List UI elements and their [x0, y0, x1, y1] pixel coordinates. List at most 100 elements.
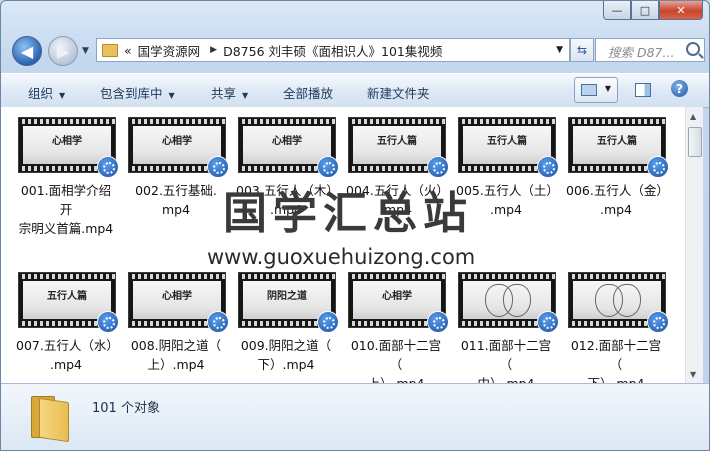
file-name-line: 006.五行人（金） — [566, 183, 669, 198]
file-name-line: 002.五行基础. — [135, 183, 217, 198]
vertical-scrollbar[interactable]: ▲ ▼ — [685, 107, 703, 383]
film-strip — [459, 119, 555, 124]
back-arrow-icon: ◀ — [20, 41, 34, 61]
refresh-icon: ⇆ — [576, 43, 588, 57]
media-player-icon — [427, 156, 449, 178]
forward-button[interactable]: ▶ — [48, 36, 78, 66]
scroll-thumb[interactable] — [688, 127, 702, 157]
file-name-line: 010.面部十二宫（ — [350, 338, 442, 372]
file-name-line: 中）.mp4 — [456, 374, 556, 383]
address-overflow[interactable]: « — [124, 43, 132, 58]
media-player-icon — [647, 156, 669, 178]
file-name-line: 009.阴阳之道（ — [240, 338, 332, 353]
thumbnail-slide: 心相学 — [243, 126, 331, 164]
refresh-button[interactable]: ⇆ — [570, 38, 594, 62]
address-dropdown-icon[interactable]: ▼ — [556, 45, 563, 55]
video-thumbnail — [568, 272, 669, 333]
thumbnail-slide — [573, 281, 661, 319]
minimize-button[interactable]: — — [603, 1, 631, 20]
slide-title: 五行人篇 — [377, 136, 417, 147]
slide-title: 心相学 — [52, 136, 82, 147]
file-name: 001.面相学介绍开宗明义首篇.mp4 — [16, 181, 116, 238]
breadcrumb-item[interactable]: 国学资源网 — [138, 41, 201, 60]
file-name-line: 008.阴阳之道（ — [130, 338, 222, 353]
scroll-up-icon[interactable]: ▲ — [690, 112, 696, 121]
video-thumbnail: 五行人篇 — [568, 117, 669, 178]
thumbnail-slide: 五行人篇 — [463, 126, 551, 164]
face-sketch — [613, 284, 641, 317]
file-name: 011.面部十二宫（ 中）.mp4 — [456, 336, 556, 383]
new-folder-button[interactable]: 新建文件夹 — [367, 83, 430, 102]
film-strip — [349, 119, 445, 124]
include-in-library-button[interactable]: 包含到库中 ▼ — [100, 83, 175, 102]
slide-title: 心相学 — [162, 291, 192, 302]
share-button[interactable]: 共享 ▼ — [211, 83, 248, 102]
file-item[interactable]: 011.面部十二宫（ 中）.mp4 — [456, 272, 559, 383]
breadcrumb-separator-icon[interactable]: ▶ — [210, 45, 217, 55]
include-library-label: 包含到库中 — [100, 86, 163, 101]
address-bar[interactable]: « 国学资源网 ▶ D8756 刘丰硕《面相识人》101集视频 ▼ — [96, 38, 570, 62]
film-strip — [459, 274, 555, 279]
slide-title: 心相学 — [162, 136, 192, 147]
film-strip — [569, 274, 665, 279]
media-player-icon — [647, 311, 669, 333]
video-thumbnail: 阴阳之道 — [238, 272, 339, 333]
file-name-line: 012.面部十二宫（ — [570, 338, 662, 372]
scroll-down-icon[interactable]: ▼ — [690, 370, 696, 379]
details-pane: 101 个对象 — [1, 383, 709, 450]
thumbnail-slide: 五行人篇 — [353, 126, 441, 164]
play-all-button[interactable]: 全部播放 — [283, 83, 333, 102]
film-strip — [349, 274, 445, 279]
file-item[interactable]: 五行人篇 007.五行人（水） .mp4 — [16, 272, 119, 374]
slide-title: 五行人篇 — [597, 136, 637, 147]
file-name-line: 001.面相学介绍开 — [20, 183, 112, 217]
organize-button[interactable]: 组织 ▼ — [28, 83, 65, 102]
file-name-line: 下）.mp4 — [257, 357, 315, 372]
file-name: 012.面部十二宫（ 下）.mp4 — [566, 336, 666, 383]
media-player-icon — [207, 156, 229, 178]
slide-title: 五行人篇 — [47, 291, 87, 302]
recent-pages-dropdown[interactable]: ▼ — [82, 46, 89, 56]
item-count: 101 个对象 — [92, 401, 160, 416]
file-name-line: .mp4 — [49, 357, 83, 372]
change-view-button[interactable]: ▼ — [574, 77, 618, 103]
file-item[interactable]: 心相学 008.阴阳之道（ 上）.mp4 — [126, 272, 229, 374]
file-name-line: 宗明义首篇.mp4 — [18, 221, 114, 236]
view-icon — [581, 84, 597, 96]
watermark-title: 国学汇总站 — [223, 188, 473, 239]
chevron-down-icon: ▼ — [242, 91, 249, 100]
file-item[interactable]: 五行人篇 006.五行人（金） .mp4 — [566, 117, 669, 219]
help-button[interactable]: ? — [671, 80, 688, 97]
thumbnail-slide: 心相学 — [133, 126, 221, 164]
maximize-button[interactable]: □ — [631, 1, 659, 20]
breadcrumb-item[interactable]: D8756 刘丰硕《面相识人》101集视频 — [223, 41, 442, 60]
file-item[interactable]: 心相学 002.五行基础. mp4 — [126, 117, 229, 219]
preview-pane-icon[interactable] — [635, 83, 651, 97]
file-name: 006.五行人（金） .mp4 — [566, 181, 669, 219]
slide-title: 阴阳之道 — [267, 291, 307, 302]
chevron-down-icon: ▼ — [168, 91, 175, 100]
media-player-icon — [427, 311, 449, 333]
chevron-down-icon: ▼ — [59, 91, 66, 100]
media-player-icon — [317, 156, 339, 178]
thumbnail-slide — [463, 281, 551, 319]
file-name-line: 下）.mp4 — [566, 374, 666, 383]
video-thumbnail: 五行人篇 — [458, 117, 559, 178]
file-item[interactable]: 阴阳之道 009.阴阳之道（ 下）.mp4 — [236, 272, 339, 374]
video-thumbnail: 心相学 — [238, 117, 339, 178]
close-button[interactable]: ✕ — [659, 1, 703, 20]
video-thumbnail: 心相学 — [128, 272, 229, 333]
explorer-window: — □ ✕ ◀ ▶ ▼ « 国学资源网 ▶ D8756 刘丰硕《面相识人》101… — [0, 0, 710, 451]
file-item[interactable]: 心相学 001.面相学介绍开宗明义首篇.mp4 — [16, 117, 119, 238]
chevron-down-icon: ▼ — [604, 84, 611, 93]
film-strip — [19, 119, 115, 124]
search-input[interactable]: 搜索 D87... — [595, 38, 705, 62]
film-strip — [19, 274, 115, 279]
media-player-icon — [207, 311, 229, 333]
file-item[interactable]: 012.面部十二宫（ 下）.mp4 — [566, 272, 669, 383]
file-name-line: mp4 — [161, 202, 191, 217]
back-button[interactable]: ◀ — [12, 36, 42, 66]
file-item[interactable]: 心相学 010.面部十二宫（ 上）.mp4 — [346, 272, 449, 383]
video-thumbnail: 心相学 — [128, 117, 229, 178]
slide-title: 心相学 — [382, 291, 412, 302]
